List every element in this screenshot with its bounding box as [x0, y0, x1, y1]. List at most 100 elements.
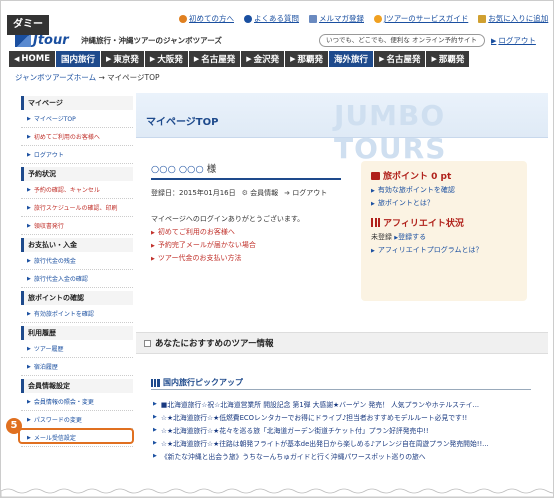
banner-watermark: JUMBO TOURS	[334, 99, 447, 165]
points-title: 旅ポイント 0 pt	[383, 172, 452, 182]
nav-item-9[interactable]: ▶ 那覇発	[426, 51, 470, 67]
logout-link[interactable]: ▶ ログアウト	[491, 35, 536, 46]
member-info-link[interactable]: ⚙ 会員情報	[242, 188, 279, 198]
triangle-right-icon: ▶	[371, 248, 375, 254]
sidebar-item[interactable]: ▶ マイページTOP	[21, 110, 133, 128]
sidebar-item[interactable]: ▶ 旅行スケジュールの確認、印刷	[21, 199, 133, 217]
nav-item-7[interactable]: 海外旅行	[329, 51, 374, 67]
affiliate-register-link[interactable]: ▶登録する	[394, 233, 426, 241]
nav-item-6[interactable]: ▶ 那覇発	[285, 51, 329, 67]
top-link-4[interactable]: お気に入りに追加	[478, 13, 548, 24]
triangle-right-icon: ▶	[290, 55, 296, 63]
page-banner: JUMBO TOURS マイページTOP	[136, 93, 548, 165]
nav-item-label: HOME	[21, 54, 50, 64]
sidebar: マイページ ▶ マイページTOP ▶ 初めてご利用のお客様へ ▶ ログアウト 予約状況 ▶ 予約の…	[21, 93, 133, 447]
points-link[interactable]: ▶ 旅ポイントとは？	[371, 198, 517, 208]
user-link[interactable]: ▶ 初めてご利用のお客様へ	[151, 227, 341, 237]
sidebar-item[interactable]: ▶ 旅行代金入金の確認	[21, 270, 133, 288]
nav-item-8[interactable]: ▶ 名古屋発	[374, 51, 426, 67]
top-links: 初めての方へ よくある質問 メルマガ登録 Jツアーのサービスガイド お気に入りに追加	[179, 13, 548, 24]
tour-item-label: ☆★北海道旅行☆★低燃費ECOレンタカーでお得にドライブ♪担当者おすすめモデルル…	[160, 413, 468, 422]
user-link[interactable]: ▶ 予約完了メールが届かない場合	[151, 240, 341, 250]
sidebar-heading: 予約状況	[21, 167, 133, 181]
user-logout-link[interactable]: ➜ ログアウト	[284, 188, 327, 198]
recommend-title: あなたにおすすめのツアー情報	[155, 339, 274, 349]
breadcrumb-home[interactable]: ジャンボツアーズホーム	[15, 73, 96, 82]
triangle-right-icon: ▶	[27, 363, 31, 370]
points-link[interactable]: ▶ 有効な旅ポイントを確認	[371, 185, 517, 195]
triangle-right-icon: ▶	[27, 310, 31, 317]
user-link-label: 初めてご利用のお客様へ	[157, 228, 235, 236]
triangle-left-icon: ◀	[14, 55, 20, 63]
sidebar-item-label: パスワードの変更	[33, 417, 82, 424]
top-link-label: お気に入りに追加	[488, 14, 549, 23]
logo-mark-icon	[15, 34, 31, 47]
nav-item-0[interactable]: ◀ HOME	[9, 51, 55, 67]
breadcrumb: ジャンボツアーズホーム → マイページTOP	[15, 72, 160, 83]
tour-item-label: ☆★北海道旅行☆★花々を巡る旅「北海道ガーデン街道チケット付」プラン好評発売中!…	[160, 426, 429, 435]
sidebar-item-label: ツアー履歴	[33, 346, 64, 353]
nav-item-label: 名古屋発	[201, 55, 236, 65]
sidebar-heading: お支払い・入金	[21, 238, 133, 252]
user-box: ○○○ ○○○ 様 登録日：2015年01月16日 ⚙ 会員情報 ➜ ログアウト…	[151, 161, 341, 263]
gift-icon	[371, 171, 380, 180]
highlight-frame	[18, 428, 134, 444]
triangle-right-icon: ▶	[371, 201, 375, 207]
tour-item-label: ☆★北海道旅行☆★往路は朝発フライトが基本de出発日から楽しめる♪アレンジ自在周…	[160, 439, 489, 448]
nav-item-2[interactable]: ▶ 東京発	[101, 51, 144, 67]
triangle-right-icon: ▶	[379, 55, 385, 63]
top-link-3[interactable]: Jツアーのサービスガイド	[374, 13, 468, 24]
sidebar-item[interactable]: ▶ 初めてご利用のお客様へ	[21, 128, 133, 146]
nav-item-label: 東京発	[113, 55, 139, 65]
triangle-right-icon: ▶	[27, 204, 31, 211]
triangle-right-icon: ▶	[27, 398, 31, 405]
affiliate-heading: アフィリエイト状況	[371, 216, 517, 229]
top-link-2[interactable]: メルマガ登録	[309, 13, 364, 24]
triangle-right-icon: ▶	[27, 186, 31, 193]
sidebar-item[interactable]: ▶ 宿泊履歴	[21, 358, 133, 376]
info-icon	[179, 14, 187, 23]
user-link[interactable]: ▶ ツアー代金のお支払い方法	[151, 253, 341, 263]
nav-item-5[interactable]: ▶ 金沢発	[241, 51, 285, 67]
triangle-right-icon: ▶	[27, 275, 31, 282]
triangle-right-icon: ▶	[27, 416, 31, 423]
sidebar-item[interactable]: ▶ ログアウト	[21, 146, 133, 164]
top-link-0[interactable]: 初めての方へ	[179, 13, 234, 24]
favorite-icon	[478, 14, 487, 23]
breadcrumb-sep: →	[96, 73, 108, 82]
dummy-label: ダミー	[7, 15, 49, 35]
tour-item[interactable]: ▶ ☆★北海道旅行☆★低燃費ECOレンタカーでお得にドライブ♪担当者おすすめモデル…	[153, 410, 548, 423]
sidebar-item[interactable]: ▶ 予約の確認、キャンセル	[21, 181, 133, 199]
search-box[interactable]: いつでも、どこでも、便利な オンライン予約サイト	[319, 34, 485, 47]
triangle-right-icon: ▶	[153, 426, 157, 433]
sidebar-item[interactable]: ▶ 旅行代金の残金	[21, 252, 133, 270]
tour-item[interactable]: ▶ 《新たな沖縄と出会う旅》うちなーんちゅガイドと行く沖縄パワースポット巡りの旅へ	[153, 449, 548, 462]
user-logout-label: ログアウト	[292, 189, 328, 197]
sidebar-item[interactable]: ▶ パスワードの変更	[21, 411, 133, 429]
triangle-right-icon: ▶	[27, 133, 31, 140]
sidebar-item[interactable]: ▶ 会員情報の照会・変更	[21, 393, 133, 411]
affiliate-program-link[interactable]: ▶ アフィリエイトプログラムとは？	[371, 245, 517, 255]
top-link-label: よくある質問	[254, 14, 299, 23]
sidebar-item[interactable]: ▶ ツアー履歴	[21, 340, 133, 358]
tour-item[interactable]: ▶ ☆★北海道旅行☆★往路は朝発フライトが基本de出発日から楽しめる♪アレンジ自在…	[153, 436, 548, 449]
tour-item[interactable]: ▶ ☆★北海道旅行☆★花々を巡る旅「北海道ガーデン街道チケット付」プラン好評発売中…	[153, 423, 548, 436]
affiliate-unregistered: 未登録	[371, 233, 392, 241]
tour-item[interactable]: ▶ ■北海道旅行☆祝☆北海道営業所 開設記念 第1弾 大感謝★バーゲン 発売！ 人…	[153, 397, 548, 410]
points-spacer	[371, 208, 517, 216]
site-logo[interactable]: Jtour	[15, 33, 69, 48]
triangle-right-icon: ▶	[371, 188, 375, 194]
nav-item-4[interactable]: ▶ 名古屋発	[188, 51, 241, 67]
step-badge: 5	[6, 418, 22, 434]
nav-item-3[interactable]: ▶ 大阪発	[144, 51, 188, 67]
nav-item-label: 国内旅行	[61, 55, 96, 65]
triangle-right-icon: ▶	[27, 115, 31, 122]
triangle-right-icon: ▶	[153, 452, 157, 459]
sidebar-item[interactable]: ▶ 有効旅ポイントを確認	[21, 305, 133, 323]
nav-item-1[interactable]: 国内旅行	[56, 51, 101, 67]
top-link-1[interactable]: よくある質問	[244, 13, 299, 24]
nav-item-label: 名古屋発	[386, 55, 421, 65]
tour-list: ▶ ■北海道旅行☆祝☆北海道営業所 開設記念 第1弾 大感謝★バーゲン 発売！ 人…	[153, 397, 548, 462]
tour-item-label: ■北海道旅行☆祝☆北海道営業所 開設記念 第1弾 大感謝★バーゲン 発売！ 人気…	[160, 400, 480, 409]
sidebar-item[interactable]: ▶ 領収書発行	[21, 217, 133, 235]
